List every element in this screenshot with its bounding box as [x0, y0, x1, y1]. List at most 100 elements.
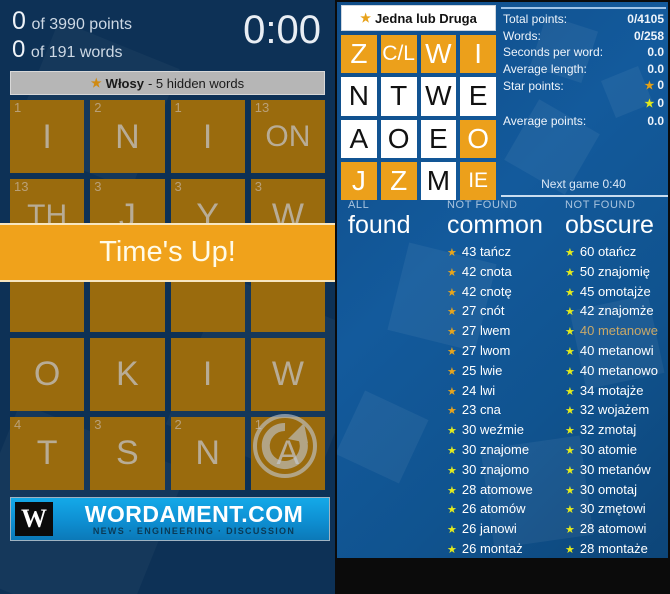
word-text: 60 otańcz	[579, 244, 637, 259]
stat-number: 0.0	[647, 61, 664, 76]
stat-row: Average length: 0.0	[501, 61, 666, 78]
word-list-item[interactable]: ★ 28 atomowi	[565, 520, 668, 540]
stat-label: Words:	[503, 28, 541, 43]
mini-letter-tile[interactable]: J	[341, 161, 377, 200]
results-clip: ★ Jedna lub Druga Z C/L W I N T W E A O E O J Z M IE To…	[337, 2, 668, 558]
results-stage: ★ Jedna lub Druga Z C/L W I N T W E A O E O J Z M IE To…	[337, 2, 668, 558]
tile-score: 3	[174, 179, 182, 195]
word-list-item[interactable]: ★ 30 omotaj	[565, 481, 668, 501]
word-list-item[interactable]: ★ 34 motajże	[565, 382, 668, 402]
mini-letter-tile[interactable]: A	[341, 119, 377, 158]
letter-tile[interactable]: W	[250, 337, 325, 411]
word-list-item[interactable]: ★ 30 metanów	[565, 461, 668, 481]
mini-letter-tile[interactable]: W	[420, 77, 457, 116]
stat-value: 0.0	[647, 113, 664, 130]
mini-letter-tile[interactable]: IE	[460, 161, 496, 200]
column-found: ALL found	[348, 198, 443, 243]
word-list-item[interactable]: ★ 25 lwie	[447, 362, 565, 382]
word-list-item[interactable]: ★ 30 weźmie	[447, 421, 565, 441]
word-list-item[interactable]: ★ 42 znajomże	[565, 302, 668, 322]
word-text: 27 lwem	[461, 323, 511, 339]
word-list-item[interactable]: ★ 23 cna	[447, 401, 565, 421]
word-text: 28 atomowi	[579, 521, 647, 537]
stat-label: Total points:	[503, 12, 568, 26]
mini-letter-tile[interactable]: I	[460, 35, 496, 74]
word-list-item[interactable]: ★ 28 atomowe	[447, 481, 565, 501]
letter-tile[interactable]: 2N	[170, 416, 245, 490]
mini-letter-tile[interactable]: C/L	[380, 35, 417, 74]
letter-tile[interactable]: 2N	[90, 100, 165, 174]
mini-letter-tile[interactable]: N	[341, 77, 377, 116]
word-list-item[interactable]: ★ 32 wojażem	[565, 401, 668, 421]
stat-number: 0.0	[647, 45, 664, 60]
stat-row: Average points: 0.0	[501, 113, 666, 130]
stat-row: Total points: 0/4105	[501, 11, 666, 28]
word-list-item[interactable]: ★ 30 zmętowi	[565, 500, 668, 520]
word-text: 24 lwi	[461, 382, 496, 398]
word-list-item[interactable]: ★ 26 atomów	[447, 500, 565, 520]
word-list-item[interactable]: ★ 24 lwi	[447, 382, 565, 402]
mini-letter-tile[interactable]: T	[380, 77, 417, 116]
word-list-item[interactable]: ★ 60 otańcz	[565, 243, 668, 263]
mini-letter-tile[interactable]: W	[420, 35, 457, 74]
word-text: 32 wojażem	[579, 402, 650, 418]
word-list-item[interactable]: ★ 45 omotajże	[565, 283, 668, 303]
stat-row: Star points: ★ 0	[501, 77, 666, 95]
word-list-item[interactable]: ★ 40 metanowo	[565, 362, 668, 382]
word-list-item[interactable]: ★ 30 znajomo	[447, 461, 565, 481]
stat-label: Average length:	[503, 61, 587, 76]
letter-tile[interactable]: 3S	[90, 416, 165, 490]
word-text: 30 zmętowi	[579, 501, 646, 517]
word-list-item[interactable]: ★ 27 cnót	[447, 302, 565, 322]
mini-letter-tile[interactable]: M	[420, 161, 457, 200]
word-text: 27 lwom	[461, 342, 511, 358]
theme-bar[interactable]: ★ Włosy - 5 hidden words	[10, 71, 325, 95]
word-list-item[interactable]: ★ 40 metanowe	[565, 322, 668, 342]
letter-tile[interactable]: 13 ON	[250, 100, 325, 174]
mini-letter-tile[interactable]: O	[380, 119, 417, 158]
word-text: 42 cnota	[461, 263, 512, 279]
word-list-item[interactable]: ★ 40 metanowi	[565, 342, 668, 362]
word-list-item[interactable]: ★ 30 znajome	[447, 441, 565, 461]
star-icon: ★	[565, 464, 575, 477]
mini-letter-tile[interactable]: Z	[341, 35, 377, 74]
letter-tile[interactable]: I	[170, 337, 245, 411]
mini-letter-tile[interactable]: E	[460, 77, 496, 116]
tile-letter: I	[42, 117, 52, 156]
tile-score: 13	[14, 179, 29, 195]
word-list-item[interactable]: ★ 30 atomie	[565, 441, 668, 461]
word-list-item[interactable]: ★ 50 znajomię	[565, 263, 668, 283]
letter-tile[interactable]: 4T	[10, 416, 85, 490]
letter-tile[interactable]: 1I	[10, 100, 85, 174]
star-icon: ★	[565, 286, 575, 299]
letter-tile[interactable]: K	[90, 337, 165, 411]
word-list-item[interactable]: ★ 42 cnotę	[447, 283, 565, 303]
word-list-item[interactable]: ★ 28 montaże	[565, 540, 668, 558]
star-icon: ★	[565, 405, 575, 418]
word-list-item[interactable]: ★ 26 montaż	[447, 540, 565, 558]
tile-letter: W	[271, 355, 304, 394]
mini-letter-tile[interactable]: O	[460, 119, 496, 158]
tile-letter: N	[115, 117, 140, 156]
word-list-item[interactable]: ★ 42 cnota	[447, 263, 565, 283]
mini-letter-grid[interactable]: Z C/L W I N T W E A O E O J Z M IE	[341, 35, 496, 200]
refresh-circle-icon[interactable]	[250, 411, 320, 481]
letter-tile[interactable]: 1I	[170, 100, 245, 174]
word-list-item[interactable]: ★ 32 zmotaj	[565, 421, 668, 441]
column-title: found	[348, 211, 411, 239]
wordament-ad-banner[interactable]: W WORDAMENT.COM NEWS · ENGINEERING · DIS…	[10, 497, 330, 541]
word-list-item[interactable]: ★ 27 lwem	[447, 322, 565, 342]
star-icon: ★	[447, 504, 457, 517]
letter-tile[interactable]: O	[10, 337, 85, 411]
word-list-item[interactable]: ★ 26 janowi	[447, 520, 565, 540]
star-icon: ★	[447, 345, 457, 358]
star-icon: ★	[447, 365, 457, 378]
tile-letter: S	[116, 434, 139, 473]
star-icon: ★	[565, 385, 575, 398]
word-list-item[interactable]: ★ 43 tańcz	[447, 243, 565, 263]
mini-letter-tile[interactable]: Z	[380, 161, 417, 200]
word-list-item[interactable]: ★ 27 lwom	[447, 342, 565, 362]
column-title: common	[447, 211, 543, 239]
mini-letter-tile[interactable]: E	[420, 119, 457, 158]
mini-theme-bar[interactable]: ★ Jedna lub Druga	[341, 5, 496, 31]
